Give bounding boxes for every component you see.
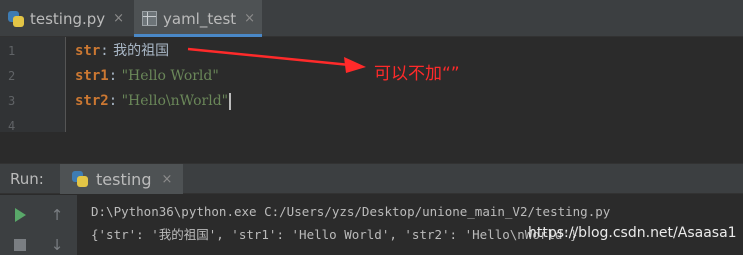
line-number: 2	[8, 69, 16, 83]
scroll-down-button[interactable]: ↓	[47, 235, 67, 255]
yaml-colon: :	[108, 68, 118, 84]
tab-run-testing[interactable]: testing ×	[60, 164, 183, 194]
yaml-colon: :	[108, 93, 118, 109]
arrow-down-icon: ↓	[50, 236, 64, 254]
yaml-value: 我的祖国	[108, 43, 170, 59]
code-line[interactable]: str1: "Hello World"	[75, 64, 219, 89]
code-line[interactable]: str: 我的祖国	[75, 39, 169, 64]
yaml-file-icon	[142, 11, 157, 26]
tab-yaml-test[interactable]: yaml_test ×	[134, 0, 262, 37]
line-number: 3	[8, 94, 16, 108]
python-run-icon	[72, 171, 88, 187]
yaml-value: "Hello\nWorld"	[117, 93, 229, 109]
close-icon[interactable]: ×	[244, 11, 255, 26]
run-tool-window-header: Run: testing ×	[0, 164, 743, 194]
line-number: 1	[8, 44, 16, 58]
stop-icon	[14, 239, 26, 251]
tab-label: yaml_test	[163, 9, 237, 28]
python-file-icon	[8, 10, 24, 27]
tab-label: testing.py	[30, 9, 106, 28]
annotation-text: 可以不加“”	[374, 64, 460, 84]
arrow-up-icon: ↑	[50, 206, 64, 224]
yaml-key: str1	[75, 68, 109, 84]
yaml-key: str	[75, 43, 101, 59]
run-title: Run:	[10, 170, 44, 188]
line-number-gutter: 1 2 3 4	[0, 37, 66, 133]
run-toolbar: ↑ ↓	[0, 195, 77, 255]
code-line[interactable]: str2: "Hello\nWorld"	[75, 89, 232, 114]
console-line: {'str': '我的祖国', 'str1': 'Hello World', '…	[91, 227, 578, 242]
play-icon	[14, 208, 26, 222]
yaml-key: str2	[75, 93, 109, 109]
close-icon[interactable]: ×	[161, 172, 172, 187]
tab-testing-py[interactable]: testing.py ×	[0, 0, 132, 37]
scroll-up-button[interactable]: ↑	[47, 205, 67, 225]
editor-tab-bar: testing.py × yaml_test ×	[0, 0, 743, 37]
panel-splitter[interactable]	[0, 132, 743, 164]
console-line: D:\Python36\python.exe C:/Users/yzs/Desk…	[91, 204, 611, 219]
rerun-button[interactable]	[10, 205, 30, 225]
stop-button[interactable]	[10, 235, 30, 255]
run-tab-label: testing	[96, 169, 152, 189]
yaml-colon: :	[100, 43, 109, 59]
yaml-value: "Hello World"	[117, 68, 219, 84]
close-icon[interactable]: ×	[113, 11, 124, 26]
code-editor[interactable]: str: 我的祖国 str1: "Hello World" str2: "Hel…	[67, 37, 743, 132]
text-caret	[229, 92, 232, 110]
watermark: https://blog.csdn.net/Asaasa1	[528, 225, 737, 241]
